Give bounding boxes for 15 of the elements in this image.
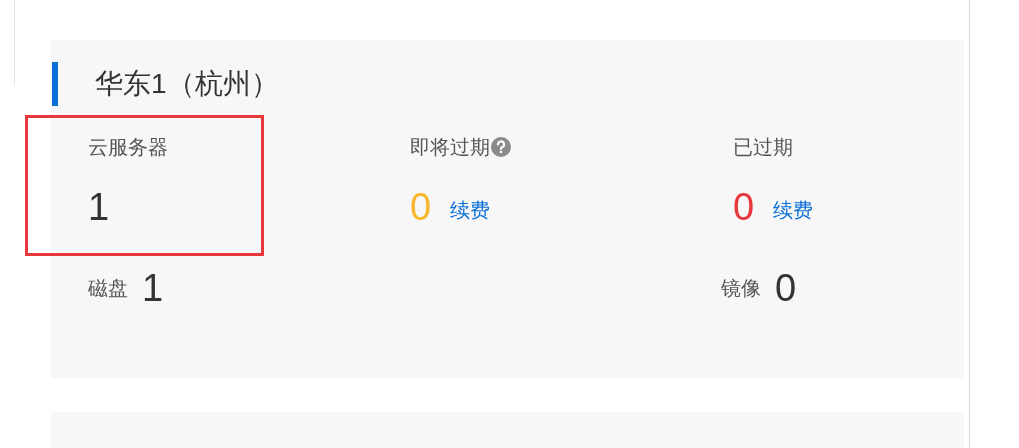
stat-value: 1 [88, 188, 110, 226]
accent-bar [52, 62, 58, 106]
stat-label: 即将过期 [410, 135, 490, 160]
resource-value: 0 [775, 266, 797, 311]
help-icon[interactable] [491, 137, 511, 157]
renew-link[interactable]: 续费 [450, 195, 491, 225]
resource-label: 磁盘 [88, 276, 128, 301]
renew-link[interactable]: 续费 [773, 195, 814, 225]
region-title: 华东1（杭州） [95, 67, 279, 101]
stat-value: 0 [733, 188, 755, 226]
stat-value: 0 [410, 188, 432, 226]
resource-label: 镜像 [721, 276, 761, 301]
resource-value: 1 [142, 266, 164, 311]
stat-label: 云服务器 [88, 135, 168, 160]
stat-label: 已过期 [733, 135, 793, 160]
